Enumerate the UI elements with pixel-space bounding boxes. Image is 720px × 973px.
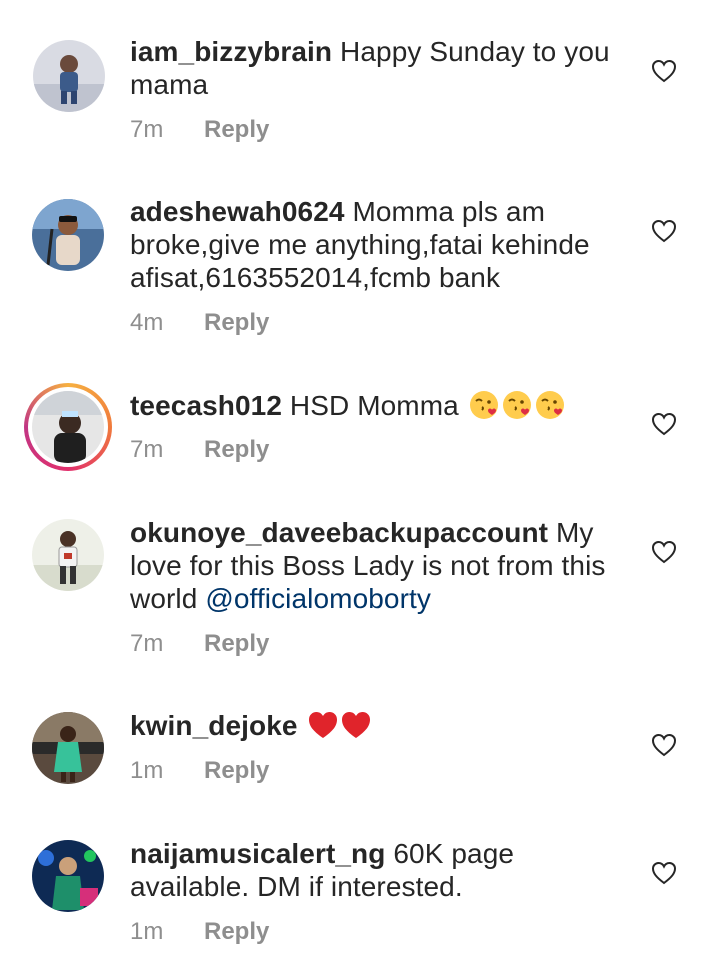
timestamp: 1m (130, 757, 164, 784)
comment-meta: 7m Reply (130, 630, 269, 658)
username[interactable]: teecash012 (130, 390, 282, 421)
username[interactable]: okunoye_daveebackupaccount (130, 517, 548, 548)
avatar[interactable] (32, 840, 104, 912)
heart-outline-icon[interactable] (651, 412, 677, 436)
timestamp: 7m (130, 436, 164, 463)
username[interactable]: adeshewah0624 (130, 196, 345, 227)
story-ring[interactable] (24, 383, 112, 471)
comment-meta: 7m Reply (130, 436, 269, 464)
comment-meta: 4m Reply (130, 309, 269, 337)
avatar[interactable] (33, 40, 105, 112)
face-blowing-kiss-icon (502, 391, 531, 419)
username[interactable]: kwin_dejoke (130, 710, 298, 741)
avatar[interactable] (32, 391, 104, 463)
comment-meta: 7m Reply (130, 116, 269, 144)
red-heart-icon (341, 712, 370, 738)
reply-button[interactable]: Reply (204, 630, 269, 657)
avatar[interactable] (32, 199, 104, 271)
comment-text: okunoye_daveebackupaccount My love for t… (130, 516, 630, 615)
comment-text: iam_bizzybrain Happy Sunday to you mama (130, 35, 630, 101)
comment-text: kwin_dejoke (130, 709, 630, 742)
reply-button[interactable]: Reply (204, 918, 269, 945)
comment-meta: 1m Reply (130, 918, 269, 946)
username[interactable]: iam_bizzybrain (130, 36, 332, 67)
avatar[interactable] (32, 519, 104, 591)
timestamp: 4m (130, 309, 164, 336)
heart-outline-icon[interactable] (651, 59, 677, 83)
heart-outline-icon[interactable] (651, 861, 677, 885)
username[interactable]: naijamusicalert_ng (130, 838, 385, 869)
timestamp: 1m (130, 918, 164, 945)
reply-button[interactable]: Reply (204, 116, 269, 143)
face-blowing-kiss-icon (469, 391, 498, 419)
reply-button[interactable]: Reply (204, 757, 269, 784)
avatar[interactable] (32, 712, 104, 784)
reply-button[interactable]: Reply (204, 309, 269, 336)
face-blowing-kiss-icon (535, 391, 564, 419)
heart-outline-icon[interactable] (651, 219, 677, 243)
red-heart-icon (308, 712, 337, 738)
timestamp: 7m (130, 630, 164, 657)
heart-outline-icon[interactable] (651, 733, 677, 757)
comment-body: HSD Momma (289, 390, 459, 421)
comment-text: adeshewah0624 Momma pls am broke,give me… (130, 195, 630, 294)
timestamp: 7m (130, 116, 164, 143)
comment-text: naijamusicalert_ng 60K page available. D… (130, 837, 630, 903)
comment-text: teecash012 HSD Momma (130, 389, 630, 422)
heart-outline-icon[interactable] (651, 540, 677, 564)
reply-button[interactable]: Reply (204, 436, 269, 463)
mention-link[interactable]: @officialomoborty (205, 583, 431, 614)
comment-meta: 1m Reply (130, 757, 269, 785)
